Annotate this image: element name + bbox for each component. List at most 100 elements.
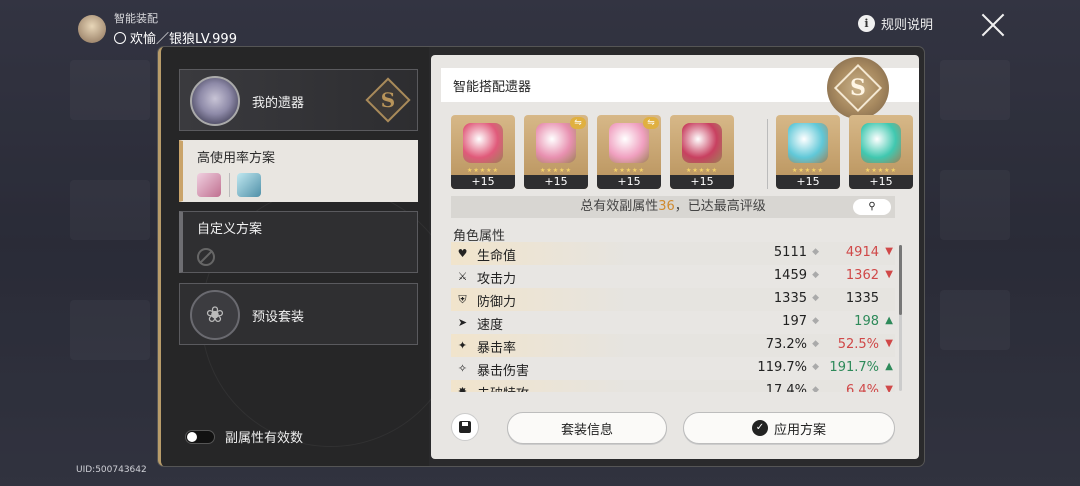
substat-toggle-label: 副属性有效数 — [225, 431, 304, 446]
save-plan-button[interactable] — [451, 413, 479, 441]
preset-set-card[interactable]: ❀ 预设套装 — [179, 283, 418, 345]
trend-up-icon: ▲ — [885, 315, 893, 326]
stat-name: 暴击率 — [477, 341, 517, 356]
character-avatar — [78, 14, 106, 43]
stat-name: 速度 — [477, 318, 504, 333]
stat-scrollbar[interactable] — [899, 245, 902, 391]
panel-title: 智能搭配遗器 — [453, 80, 532, 95]
stat-icon: ✸ — [457, 385, 468, 392]
relic-slot-hands[interactable]: ⇋ ★★★★★ +15 — [524, 115, 588, 189]
search-icon[interactable]: ⚲ — [853, 199, 891, 215]
stat-name: 攻击力 — [477, 272, 517, 287]
relic-level: +15 — [451, 175, 515, 189]
substat-toggle[interactable] — [185, 430, 215, 444]
relic-slot-sphere[interactable]: ★★★★★ +15 — [776, 115, 840, 189]
relic-divider — [767, 119, 768, 189]
stat-name: 击破特攻 — [477, 383, 529, 392]
trend-up-icon: ▲ — [885, 361, 893, 372]
stat-icon: ✧ — [457, 362, 468, 375]
substat-summary: 总有效副属性36，已达最高评级 ⚲ — [451, 196, 895, 218]
rating-letter: S — [850, 75, 866, 101]
relic-level: +15 — [670, 175, 734, 189]
stat-row: ➤ 速度 197 ◆ 198 ▲ — [451, 311, 895, 334]
stat-row: ⚔ 攻击力 1459 ◆ 1362 ▼ — [451, 265, 895, 288]
stat-row: ✸ 击破特攻 17.4% ◆ 6.4% ▼ — [451, 380, 895, 392]
diamond-icon: ◆ — [812, 385, 819, 392]
summary-count: 36 — [658, 199, 675, 214]
diamond-icon: ◆ — [812, 247, 819, 257]
stat-current: 5111 — [773, 245, 807, 260]
diamond-icon: ◆ — [812, 270, 819, 280]
toggle-knob — [187, 432, 197, 442]
trend-down-icon: ▼ — [885, 338, 893, 349]
smart-equip-window: 我的遗器 S 高使用率方案 自定义方案 ❀ 预设套装 副属性有效数 智能搭配遗器… — [158, 47, 924, 466]
stat-current: 1459 — [773, 268, 807, 283]
scrollbar-thumb[interactable] — [899, 245, 902, 315]
relic-level: +15 — [597, 175, 661, 189]
my-relics-card[interactable]: 我的遗器 S — [179, 69, 418, 131]
stat-new: 1362 — [845, 268, 879, 283]
relic-detail-panel: 智能搭配遗器 S ★★★★★ +15 ⇋ ★★★★★ +15 ⇋ ★★★★★ + — [431, 55, 919, 459]
relic-stars: ★★★★★ — [792, 167, 824, 174]
path-icon — [114, 31, 126, 44]
rating-s-badge: S — [365, 77, 411, 123]
stat-current: 119.7% — [757, 360, 807, 375]
high-usage-plan-card[interactable]: 高使用率方案 — [179, 140, 418, 202]
summary-prefix: 总有效副属性 — [580, 199, 659, 214]
empty-icon — [197, 248, 215, 266]
relic-slot-feet[interactable]: ★★★★★ +15 — [670, 115, 734, 189]
custom-label: 自定义方案 — [197, 222, 263, 237]
stat-name: 生命值 — [477, 249, 517, 264]
relic-set-icon — [197, 173, 221, 197]
set-info-button[interactable]: 套装信息 — [507, 412, 667, 444]
stat-row: ✧ 暴击伤害 119.7% ◆ 191.7% ▲ — [451, 357, 895, 380]
relic-stars: ★★★★★ — [865, 167, 897, 174]
info-icon: i — [858, 15, 875, 32]
diamond-icon: ◆ — [812, 339, 819, 349]
stat-icon: ➤ — [457, 316, 468, 329]
check-icon: ✓ — [751, 420, 768, 436]
save-icon — [459, 421, 471, 433]
top-bar: 智能装配 欢愉／银狼LV.999 — [78, 10, 237, 47]
stat-row: ♥ 生命值 5111 ◆ 4914 ▼ — [451, 242, 895, 265]
stat-current: 17.4% — [765, 383, 807, 392]
my-relics-label: 我的遗器 — [252, 96, 305, 111]
stat-name: 防御力 — [477, 295, 517, 310]
stat-new: 6.4% — [845, 383, 879, 392]
apply-plan-button[interactable]: ✓ 应用方案 — [683, 412, 895, 444]
rating-s-emblem: S — [827, 57, 889, 119]
stat-list[interactable]: ♥ 生命值 5111 ◆ 4914 ▼ ⚔ 攻击力 1459 ◆ 1362 ▼ ⛨ 防御力 1335 ◆ 133… — [451, 242, 895, 392]
relic-stars: ★★★★★ — [540, 167, 572, 174]
stat-new: 52.5% — [837, 337, 879, 352]
stat-name: 暴击伤害 — [477, 364, 530, 379]
diamond-icon: ◆ — [812, 293, 819, 303]
stat-icon: ⛨ — [458, 293, 467, 306]
relic-art — [609, 123, 649, 163]
character-name: 欢愉／银狼LV.999 — [114, 28, 237, 47]
relic-art — [788, 123, 828, 163]
stat-current: 197 — [782, 314, 807, 329]
stat-row: ✦ 暴击率 73.2% ◆ 52.5% ▼ — [451, 334, 895, 357]
stat-new: 191.7% — [829, 360, 879, 375]
high-usage-label: 高使用率方案 — [197, 151, 276, 166]
relic-slot-rope[interactable]: ★★★★★ +15 — [849, 115, 913, 189]
trend-down-icon: ▼ — [885, 384, 893, 392]
swap-icon: ⇋ — [570, 117, 586, 129]
relic-slot-body[interactable]: ⇋ ★★★★★ +15 — [597, 115, 661, 189]
relic-art — [536, 123, 576, 163]
stat-new: 4914 — [845, 245, 879, 260]
stat-current: 73.2% — [765, 337, 807, 352]
rules-button[interactable]: i 规则说明 — [858, 14, 933, 33]
close-icon[interactable] — [980, 12, 1006, 38]
summary-suffix: ，已达最高评级 — [674, 199, 766, 214]
stat-icon: ✦ — [457, 339, 468, 352]
rating-letter: S — [380, 88, 396, 112]
stat-current: 1335 — [773, 291, 807, 306]
diamond-icon: ◆ — [812, 362, 819, 372]
preset-label: 预设套装 — [252, 310, 305, 325]
relic-art — [463, 123, 503, 163]
custom-plan-card[interactable]: 自定义方案 — [179, 211, 418, 273]
character-label: 欢愉／银狼LV.999 — [130, 32, 237, 47]
plan-list: 我的遗器 S 高使用率方案 自定义方案 ❀ 预设套装 副属性有效数 — [161, 47, 461, 466]
relic-slot-head[interactable]: ★★★★★ +15 — [451, 115, 515, 189]
